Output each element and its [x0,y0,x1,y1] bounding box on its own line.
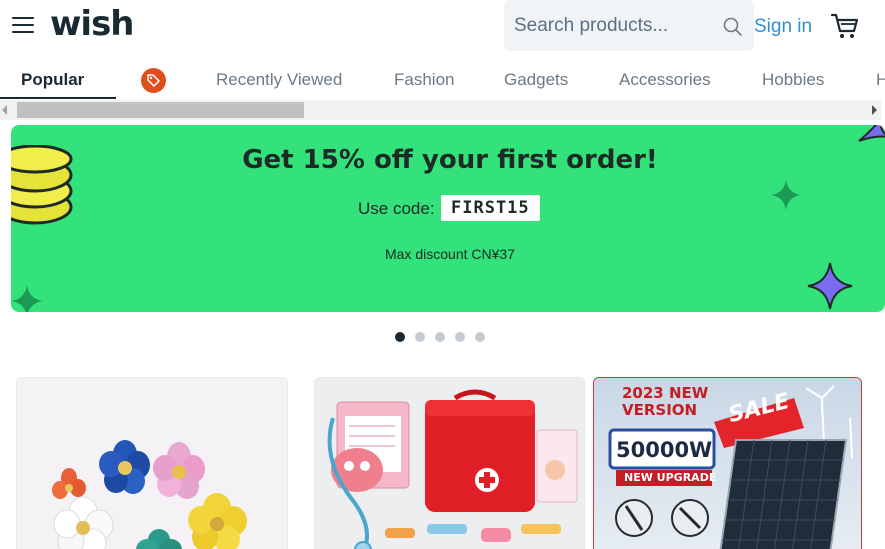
top-right-sparkle-icon [858,125,885,142]
tab-truncated[interactable]: H [876,70,885,90]
carousel-dot-3[interactable] [435,332,445,342]
promo-banner[interactable]: Get 15% off your first order! Use code: … [11,125,885,312]
tab-gadgets[interactable]: Gadgets [504,70,568,90]
code-label: Use code: [358,199,435,218]
top-header: wish Sign in [0,0,885,56]
max-discount-text: Max discount CN¥37 [385,246,515,262]
product-card-flower-earrings[interactable] [16,377,288,549]
wish-homepage: wish Sign in Popular Recently Viewed Fas… [0,0,885,549]
carousel-dot-4[interactable] [455,332,465,342]
shopping-cart-icon[interactable] [830,12,860,40]
search-box[interactable] [504,0,754,51]
scroll-left-arrow-icon[interactable] [2,105,7,115]
carousel-dot-5[interactable] [475,332,485,342]
tab-recently-viewed[interactable]: Recently Viewed [216,70,342,90]
price-tag-icon[interactable] [141,68,166,93]
tab-fashion[interactable]: Fashion [394,70,454,90]
search-input[interactable] [514,12,714,40]
carousel-dot-1[interactable] [395,332,405,342]
wish-logo[interactable]: wish [50,4,135,44]
product-card-doctor-kit[interactable] [314,377,585,549]
sign-in-link[interactable]: Sign in [754,16,812,38]
purple-sparkle-icon [807,262,853,310]
sparkle-icon [771,180,801,210]
search-icon[interactable] [722,16,744,38]
category-tabs: Popular Recently Viewed Fashion Gadgets … [0,60,885,100]
tabs-horizontal-scrollbar[interactable] [0,100,881,120]
flower-earrings-image [17,378,287,549]
tab-hobbies[interactable]: Hobbies [762,70,824,90]
banner-title: Get 15% off your first order! [242,145,658,175]
corner-sparkle-icon [11,285,43,312]
product-card-solar-panel[interactable]: 2023 NEW VERSION SALE 50000W NEW UPGRADE [593,377,862,549]
red-doctor-kit-toy-image [315,378,584,549]
badge-line2: VERSION [622,401,698,419]
scrollbar-thumb[interactable] [17,102,304,118]
scroll-right-arrow-icon[interactable] [872,105,877,115]
promo-code[interactable]: FIRST15 [441,195,540,221]
hamburger-menu-icon[interactable] [12,17,34,35]
carousel-dot-2[interactable] [415,332,425,342]
upgrade-label: NEW UPGRADE [624,471,717,484]
badge-line1: 2023 NEW [622,384,709,402]
tab-popular[interactable]: Popular [21,70,84,90]
active-tab-underline [0,97,116,99]
wattage-label: 50000W [616,438,713,462]
tab-accessories[interactable]: Accessories [619,70,711,90]
